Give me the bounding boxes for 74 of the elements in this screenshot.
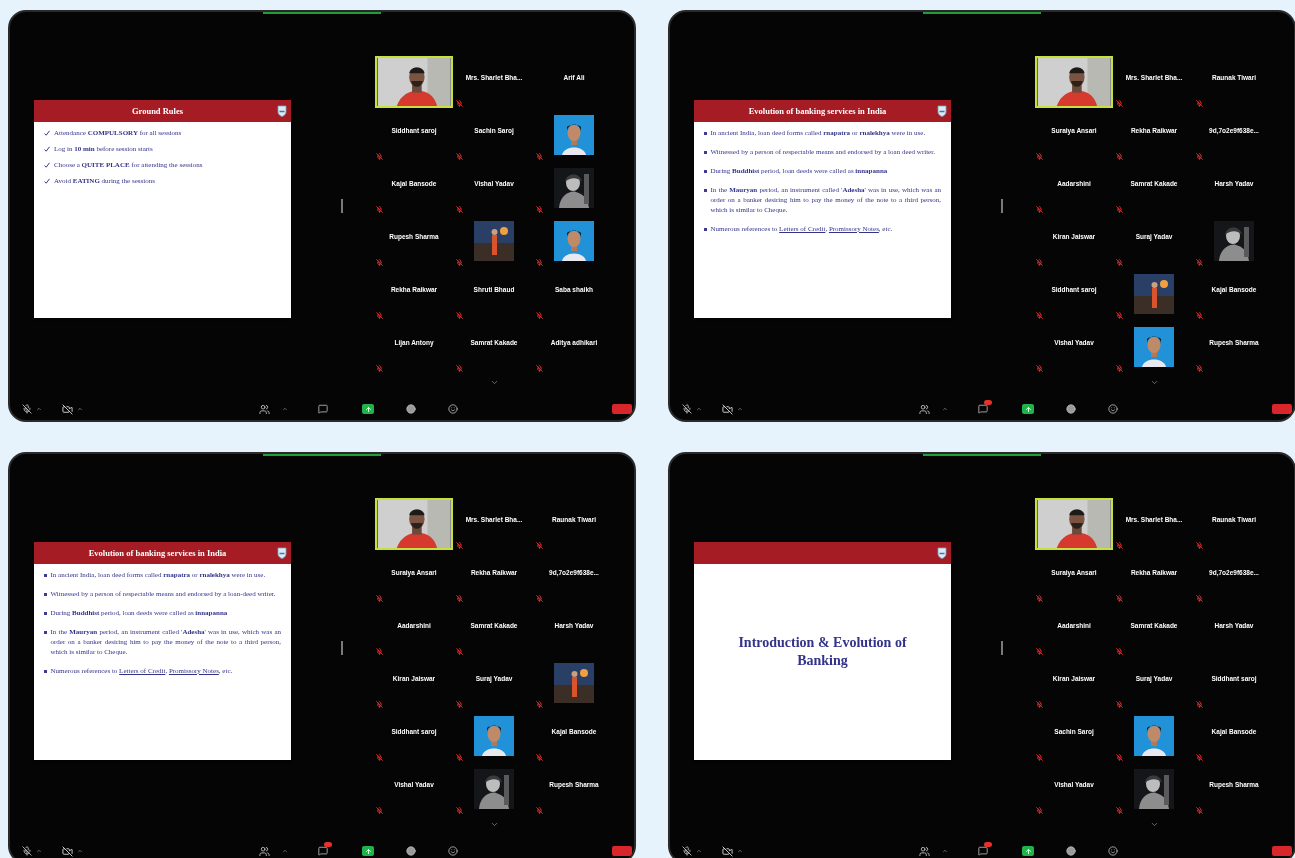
mute-icon[interactable] xyxy=(22,846,32,856)
bullet-icon xyxy=(704,228,707,231)
mute-icon[interactable] xyxy=(22,404,32,414)
chat-icon[interactable] xyxy=(978,404,988,414)
chat-icon[interactable] xyxy=(318,846,328,856)
share-screen-button[interactable] xyxy=(1022,404,1034,414)
camera-off-icon[interactable] xyxy=(62,845,73,857)
video-tile[interactable] xyxy=(1134,274,1174,314)
video-tile[interactable] xyxy=(554,115,594,155)
bullet-icon xyxy=(44,574,47,577)
resize-handle[interactable] xyxy=(1001,641,1003,655)
arrow-up-icon xyxy=(364,405,372,413)
camera-off-icon[interactable] xyxy=(62,403,73,415)
camera-off-icon[interactable] xyxy=(722,845,733,857)
video-tile[interactable] xyxy=(474,716,514,756)
participants-icon[interactable] xyxy=(919,403,930,415)
video-tile[interactable] xyxy=(554,663,594,703)
mute-icon[interactable] xyxy=(682,404,692,414)
check-icon xyxy=(44,130,50,136)
resize-handle[interactable] xyxy=(341,199,343,213)
check-icon xyxy=(44,178,50,184)
bullet-icon xyxy=(44,631,47,634)
bullet-icon xyxy=(704,189,707,192)
video-tile[interactable] xyxy=(474,221,514,261)
mute-icon[interactable] xyxy=(682,846,692,856)
arrow-up-icon xyxy=(1024,847,1032,855)
shield-logo-icon xyxy=(937,547,947,559)
slide-title: Introduction & Evolution of Banking xyxy=(737,634,908,670)
video-tile[interactable] xyxy=(554,221,594,261)
bullet-icon xyxy=(704,132,707,135)
video-tile[interactable] xyxy=(1134,769,1174,809)
video-tile[interactable] xyxy=(554,168,594,208)
slide-heading: Evolution of banking services in India xyxy=(748,104,887,118)
scroll-down-icon[interactable] xyxy=(489,378,499,387)
resize-handle[interactable] xyxy=(341,641,343,655)
bullet-icon xyxy=(44,670,47,673)
reactions-icon[interactable] xyxy=(448,846,458,856)
reactions-icon[interactable] xyxy=(1108,404,1118,414)
camera-off-icon[interactable] xyxy=(722,403,733,415)
participants-icon[interactable] xyxy=(259,845,270,857)
arrow-up-icon xyxy=(1024,405,1032,413)
chat-icon[interactable] xyxy=(318,404,328,414)
shield-logo-icon xyxy=(277,105,287,117)
resize-handle[interactable] xyxy=(1001,199,1003,213)
video-tile[interactable] xyxy=(1134,716,1174,756)
participants-icon[interactable] xyxy=(259,403,270,415)
arrow-up-icon xyxy=(364,847,372,855)
slide-heading: Ground Rules xyxy=(131,104,184,118)
check-icon xyxy=(44,162,50,168)
chat-icon[interactable] xyxy=(978,846,988,856)
record-icon[interactable] xyxy=(1066,404,1076,414)
share-screen-button[interactable] xyxy=(1022,846,1034,856)
shield-logo-icon xyxy=(277,547,287,559)
scroll-down-icon[interactable] xyxy=(1149,820,1159,829)
reactions-icon[interactable] xyxy=(448,404,458,414)
bullet-icon xyxy=(704,151,707,154)
participants-icon[interactable] xyxy=(919,845,930,857)
record-icon[interactable] xyxy=(406,846,416,856)
scroll-down-icon[interactable] xyxy=(489,820,499,829)
check-icon xyxy=(44,146,50,152)
scroll-down-icon[interactable] xyxy=(1149,378,1159,387)
shield-logo-icon xyxy=(937,105,947,117)
bullet-icon xyxy=(44,593,47,596)
bullet-icon xyxy=(704,170,707,173)
share-screen-button[interactable] xyxy=(362,404,374,414)
reactions-icon[interactable] xyxy=(1108,846,1118,856)
record-icon[interactable] xyxy=(406,404,416,414)
video-tile[interactable] xyxy=(474,769,514,809)
record-icon[interactable] xyxy=(1066,846,1076,856)
bullet-icon xyxy=(44,612,47,615)
share-screen-button[interactable] xyxy=(362,846,374,856)
video-tile[interactable] xyxy=(1214,221,1254,261)
slide-heading: Evolution of banking services in India xyxy=(88,546,227,560)
video-tile[interactable] xyxy=(1134,327,1174,367)
